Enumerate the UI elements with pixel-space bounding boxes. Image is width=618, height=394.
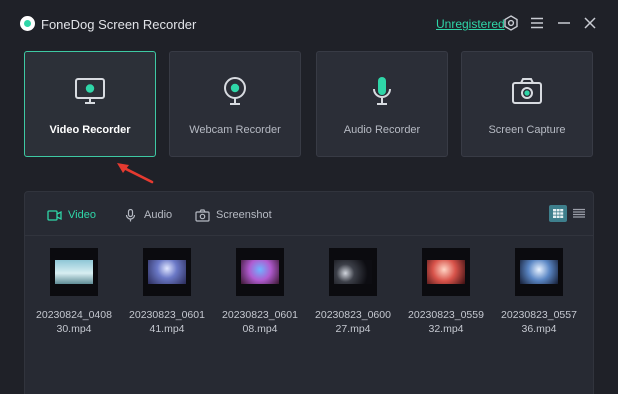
video-file-item[interactable]: 20230823_0559 32.mp4 (401, 248, 491, 336)
settings-icon[interactable] (503, 15, 519, 31)
video-thumbnail (143, 248, 191, 296)
audio-recorder-card[interactable]: Audio Recorder (316, 51, 448, 157)
tab-screenshot-label: Screenshot (216, 209, 272, 221)
video-thumbnail (236, 248, 284, 296)
close-icon[interactable] (582, 15, 598, 31)
title-bar: FoneDog Screen Recorder Unregistered (0, 0, 618, 48)
video-thumbnail (515, 248, 563, 296)
video-file-name: 20230823_0557 36.mp4 (501, 309, 577, 335)
webcam-recorder-card[interactable]: Webcam Recorder (169, 51, 301, 157)
tab-audio[interactable]: Audio (123, 207, 172, 223)
screen-capture-label: Screen Capture (488, 124, 566, 136)
video-thumbnail (329, 248, 377, 296)
tab-screenshot[interactable]: Screenshot (195, 207, 272, 223)
media-library-panel: Video Audio Screenshot 20230824_0408 30.… (24, 191, 594, 394)
grid-icon (553, 209, 564, 218)
video-file-item[interactable]: 20230823_0557 36.mp4 (494, 248, 584, 336)
audio-recorder-label: Audio Recorder (343, 124, 421, 136)
webcam-icon (218, 74, 252, 108)
video-file-name: 20230823_0559 32.mp4 (408, 309, 484, 335)
tab-video-label: Video (68, 209, 96, 221)
webcam-recorder-label: Webcam Recorder (189, 124, 281, 136)
unregistered-link[interactable]: Unregistered (436, 17, 505, 31)
video-file-item[interactable]: 20230824_0408 30.mp4 (29, 248, 119, 336)
library-tab-bar: Video Audio Screenshot (25, 192, 593, 236)
tab-video[interactable]: Video (47, 207, 96, 223)
microphone-icon (365, 74, 399, 108)
video-file-name: 20230824_0408 30.mp4 (36, 309, 112, 335)
video-camera-icon (47, 209, 62, 221)
camera-icon (195, 208, 210, 222)
video-file-item[interactable]: 20230823_0601 41.mp4 (122, 248, 212, 336)
monitor-icon (73, 74, 107, 108)
screen-capture-card[interactable]: Screen Capture (461, 51, 593, 157)
camera-icon (510, 74, 544, 108)
video-file-name: 20230823_0601 08.mp4 (222, 309, 298, 335)
app-logo (20, 16, 35, 31)
minimize-icon[interactable] (556, 15, 572, 31)
video-file-item[interactable]: 20230823_0601 08.mp4 (215, 248, 305, 336)
video-file-name: 20230823_0600 27.mp4 (315, 309, 391, 335)
microphone-icon (125, 208, 136, 221)
menu-icon[interactable] (529, 15, 545, 31)
annotation-arrow (117, 163, 154, 184)
video-thumbnail (50, 248, 98, 296)
video-thumbnail (422, 248, 470, 296)
list-icon (573, 208, 585, 218)
tab-audio-label: Audio (144, 209, 173, 221)
list-view-button[interactable] (570, 205, 588, 222)
app-title: FoneDog Screen Recorder (41, 17, 197, 32)
video-recorder-card[interactable]: Video Recorder (24, 51, 156, 157)
video-file-item[interactable]: 20230823_0600 27.mp4 (308, 248, 398, 336)
video-recorder-label: Video Recorder (49, 124, 131, 136)
video-file-name: 20230823_0601 41.mp4 (129, 309, 205, 335)
grid-view-button[interactable] (549, 205, 567, 222)
